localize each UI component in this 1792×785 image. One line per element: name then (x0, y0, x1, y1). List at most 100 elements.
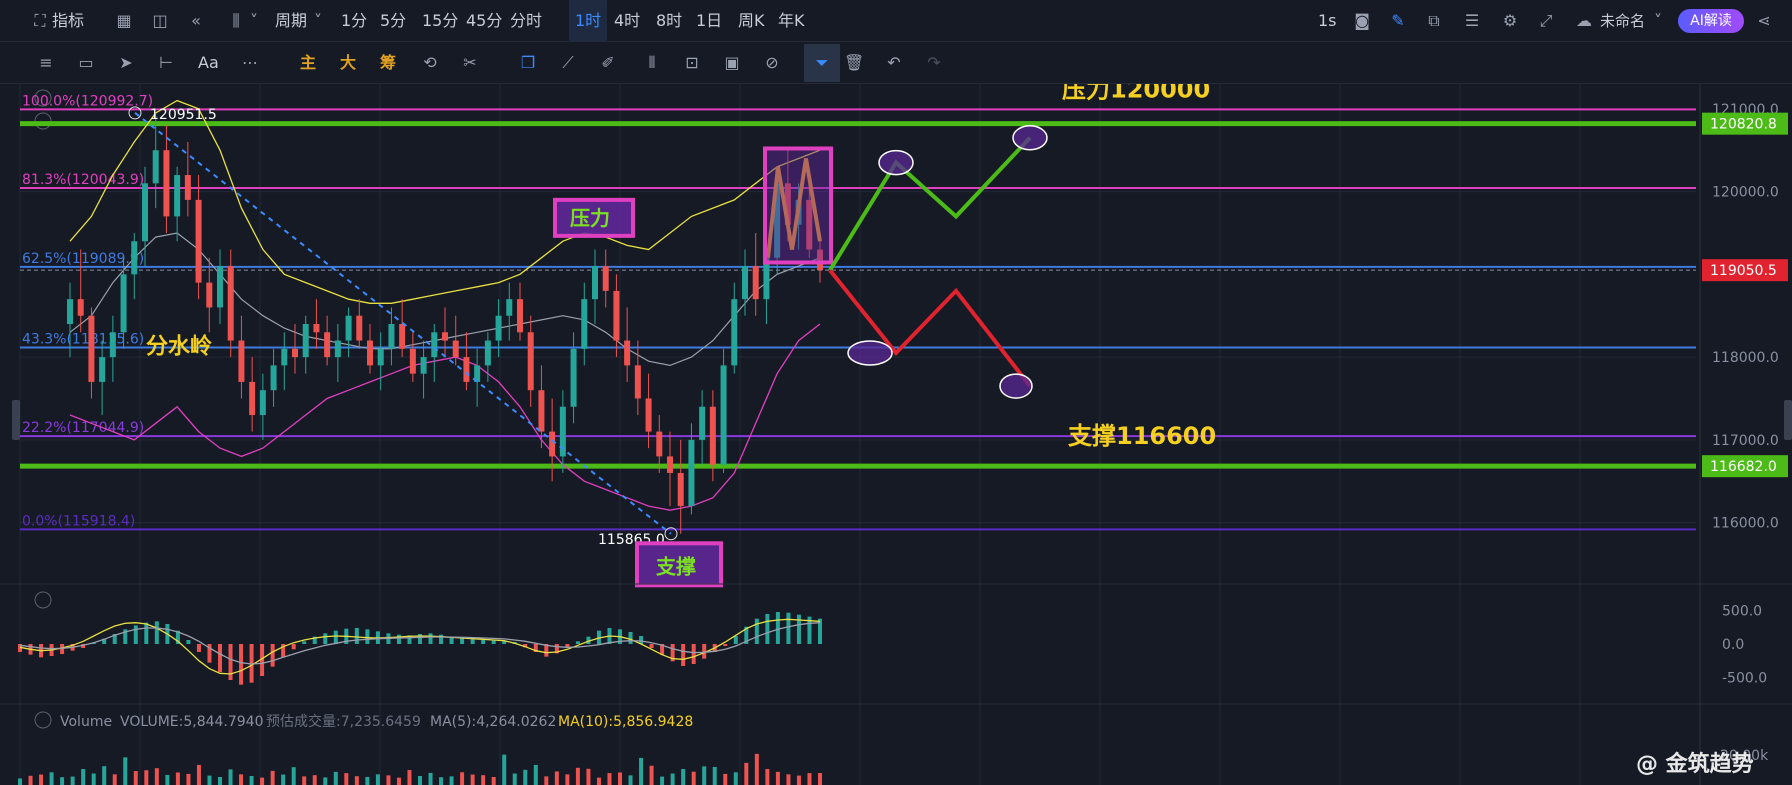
macd-bar (723, 644, 728, 646)
redo-icon[interactable]: ↷ (924, 53, 944, 73)
candle-body (731, 299, 738, 366)
chart-svg[interactable]: 121000.0120000.0118000.0117000.0116000.0… (0, 75, 1792, 785)
volume-bar (702, 766, 707, 785)
macd-bar (133, 625, 138, 644)
volume-bar (533, 764, 538, 785)
popout-icon[interactable]: ⧉ (1424, 11, 1444, 31)
candle-body (452, 340, 459, 358)
macd-bar (649, 644, 654, 648)
volume-bar (565, 774, 570, 785)
candle-type-icon[interactable]: ⫼ (226, 11, 246, 31)
indicator-icon[interactable]: ⛶ (30, 11, 50, 31)
y-tick-label: 120000.0 (1712, 185, 1779, 201)
fullscreen-icon[interactable]: ⤢ (1536, 11, 1556, 31)
chart-area[interactable]: 121000.0 120000.0 118000.0 117000.0 116000.0… (0, 75, 1792, 785)
link-icon[interactable]: ⊘ (762, 53, 782, 73)
chevron-down-icon[interactable]: ˅ (1648, 11, 1668, 31)
left-collapse-handle[interactable] (12, 400, 20, 440)
layout-icon[interactable]: ◫ (150, 11, 170, 31)
volume-bar (691, 771, 696, 785)
candle-body (109, 332, 116, 358)
trash-icon[interactable]: 🗑 (844, 53, 864, 73)
indicator-button[interactable]: 指标 (52, 0, 84, 42)
interval-tab-5分[interactable]: 5分 (380, 0, 406, 42)
interval-tab-分时[interactable]: 分时 (510, 0, 542, 42)
macd-bar (144, 622, 149, 644)
cursor-icon[interactable]: ➤ (116, 53, 136, 73)
chip-distribution-button[interactable]: 筹 (380, 42, 396, 84)
volume-bar (470, 774, 475, 785)
volume-bar (807, 773, 812, 785)
text-tool[interactable]: Aa (198, 42, 219, 84)
macd-bar (470, 639, 475, 644)
candles-icon[interactable]: ⫴ (642, 53, 662, 73)
share-icon[interactable]: ⋖ (1754, 11, 1774, 31)
interval-tab-周K[interactable]: 周K (738, 0, 765, 42)
replay-speed[interactable]: 1s (1318, 0, 1337, 42)
calendar-icon[interactable]: ▦ (114, 11, 134, 31)
menu-lines-icon[interactable]: ≡ (36, 53, 56, 73)
volume-bar (786, 774, 791, 785)
interval-tab-1时[interactable]: 1时 (569, 0, 608, 42)
chevron-down-icon[interactable]: ˅ (308, 11, 328, 31)
volume-bar (586, 768, 591, 785)
macd-bar (154, 621, 159, 644)
copy-icon[interactable]: ❐ (518, 53, 538, 73)
candle-body (67, 299, 73, 324)
interval-tab-15分[interactable]: 15分 (422, 0, 458, 42)
interval-tab-1日[interactable]: 1日 (696, 0, 722, 42)
rectangle-icon[interactable]: ▭ (76, 53, 96, 73)
macd-bar (628, 632, 633, 644)
right-collapse-handle[interactable] (1784, 400, 1792, 440)
volume-bar (396, 777, 401, 785)
macd-bar (323, 633, 328, 644)
period-dropdown[interactable]: 周期 (275, 0, 307, 42)
volume-bar (418, 775, 422, 785)
interval-tab-4时[interactable]: 4时 (614, 0, 640, 42)
rewind-icon[interactable]: « (186, 11, 206, 31)
candle-body (656, 431, 663, 457)
more-icon[interactable]: ⋯ (240, 53, 260, 73)
interval-tab-1分[interactable]: 1分 (341, 0, 367, 42)
top-toolbar: ⛶ 指标 ▦ ◫ « ⫼ ˅ 周期 ˅ 1分 5分 15分 45分 分时 1时 4时 8时 1日… (0, 0, 1792, 42)
horizontal-line-icon[interactable]: ⊢ (156, 53, 176, 73)
main-force-button[interactable]: 主 (300, 42, 316, 84)
support-annotation: 支撑116600 (1068, 422, 1216, 450)
candle-body (624, 340, 631, 366)
volume-bar (207, 775, 212, 785)
ruler-icon[interactable]: ⟋ (558, 53, 578, 73)
volume-bar (754, 753, 759, 785)
edit-icon[interactable]: ▣ (722, 53, 742, 73)
magnet-icon[interactable]: ⟲ (420, 53, 440, 73)
undo-icon[interactable]: ↶ (884, 53, 904, 73)
volume-legend-title: Volume (60, 714, 112, 730)
big-order-button[interactable]: 大 (340, 42, 356, 84)
candle-body (77, 299, 84, 316)
candle-body (602, 266, 609, 291)
interval-tab-8时[interactable]: 8时 (656, 0, 682, 42)
volume-bar (281, 774, 286, 785)
layout-name[interactable]: 未命名 (1600, 0, 1645, 42)
interval-tab-45分[interactable]: 45分 (466, 0, 502, 42)
lock-icon[interactable]: ⊡ (682, 53, 702, 73)
volume-legend-ma5: MA(5):4,264.0262 (430, 714, 556, 730)
list-icon[interactable]: ☰ (1462, 11, 1482, 31)
interval-tab-年K[interactable]: 年K (778, 0, 805, 42)
scissors-icon[interactable]: ✂ (460, 53, 480, 73)
volume-bar (428, 772, 433, 785)
candle-body (88, 315, 95, 382)
resistance-box-label: 压力 (570, 206, 610, 230)
cloud-icon[interactable]: ☁ (1574, 11, 1594, 31)
gear-icon[interactable]: ⚙ (1500, 11, 1520, 31)
ai-analysis-button[interactable]: AI解读 (1678, 9, 1744, 33)
camera-icon[interactable]: ◙ (1352, 11, 1372, 31)
macd-bar (333, 630, 338, 644)
filter-icon[interactable]: ⏷ (804, 44, 840, 82)
chevron-down-icon[interactable]: ˅ (244, 11, 264, 31)
macd-tick-label: 500.0 (1722, 604, 1762, 620)
volume-bar (460, 772, 465, 785)
pencil-icon[interactable]: ✎ (1388, 11, 1408, 31)
brush-icon[interactable]: ✐ (598, 53, 618, 73)
volume-legend-ma10: MA(10):5,856.9428 (558, 714, 693, 730)
collapse-icon (34, 112, 52, 130)
